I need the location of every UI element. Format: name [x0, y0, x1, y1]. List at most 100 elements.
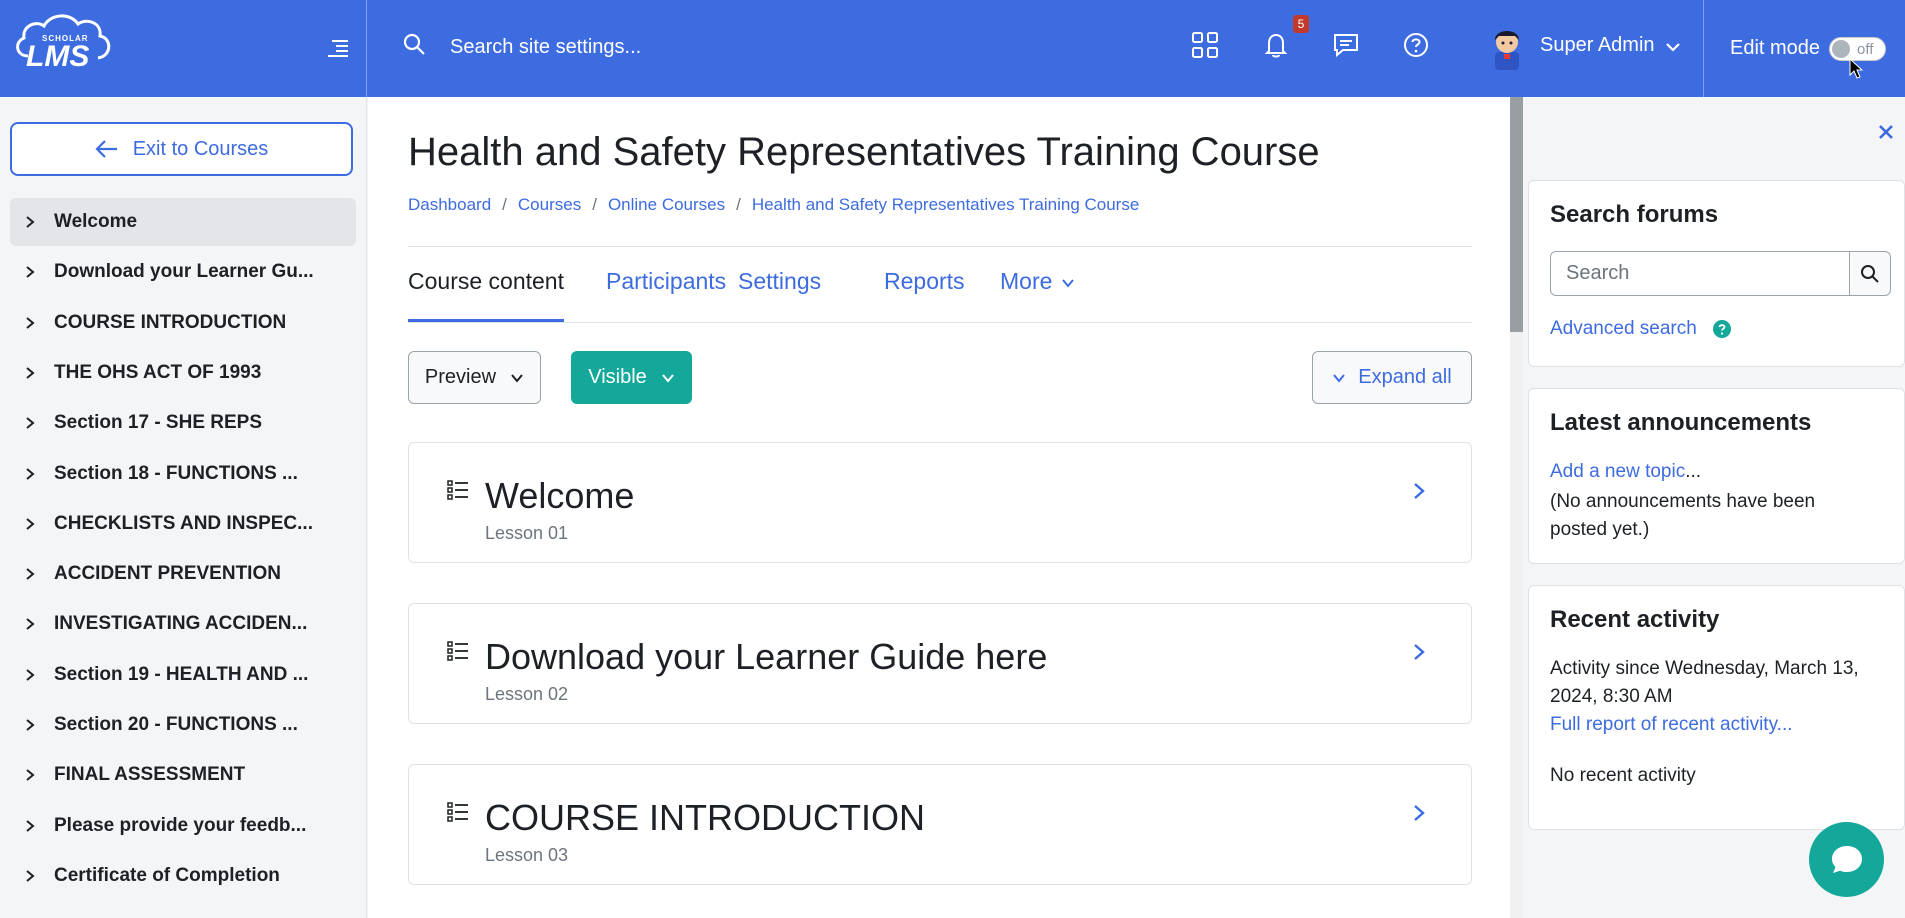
chevron-right-icon[interactable]: [23, 467, 37, 481]
course-index-item[interactable]: Section 19 - HEALTH AND ...: [10, 651, 356, 699]
course-index-item[interactable]: ACCIDENT PREVENTION: [10, 550, 356, 598]
breadcrumb-online-courses[interactable]: Online Courses: [608, 195, 725, 215]
block-title: Recent activity: [1550, 606, 1720, 633]
tab-more[interactable]: More: [1000, 268, 1076, 323]
chevron-right-icon[interactable]: [23, 718, 37, 732]
course-index-item[interactable]: CHECKLISTS AND INSPEC...: [10, 500, 356, 548]
visible-label: Visible: [588, 366, 647, 388]
search-icon[interactable]: [402, 32, 426, 56]
course-index-item[interactable]: Section 20 - FUNCTIONS ...: [10, 701, 356, 749]
course-index-label: Section 19 - HEALTH AND ...: [54, 663, 309, 685]
course-index-item[interactable]: Section 18 - FUNCTIONS ...: [10, 450, 356, 498]
list-icon: [447, 641, 468, 661]
chevron-down-icon: [1333, 373, 1346, 383]
chevron-down-icon: [662, 373, 674, 383]
visible-dropdown-button[interactable]: Visible: [571, 351, 692, 404]
tab-course-content[interactable]: Course content: [408, 268, 564, 323]
forum-search-button[interactable]: [1849, 251, 1891, 296]
course-index-label: Welcome: [54, 211, 138, 232]
help-icon[interactable]: [1401, 30, 1431, 60]
breadcrumb-dashboard[interactable]: Dashboard: [408, 195, 491, 215]
edit-mode-label: Edit mode: [1730, 37, 1821, 59]
tab-reports[interactable]: Reports: [884, 268, 965, 323]
course-index-item[interactable]: Welcome: [10, 198, 356, 246]
course-index-label: Section 18 - FUNCTIONS ...: [54, 462, 298, 484]
activity-since-text: Activity since Wednesday, March 13, 2024…: [1550, 658, 1859, 707]
breadcrumb-separator: /: [736, 195, 741, 214]
preview-dropdown-button[interactable]: Preview: [408, 351, 541, 404]
close-icon[interactable]: [1878, 124, 1894, 140]
course-index-item[interactable]: COURSE INTRODUCTION: [10, 299, 356, 347]
chevron-right-icon[interactable]: [23, 215, 37, 229]
hamburger-icon[interactable]: [326, 38, 348, 58]
bell-icon[interactable]: [1261, 30, 1291, 60]
site-search-input[interactable]: [450, 30, 950, 64]
course-index-item[interactable]: Certificate of Completion: [10, 852, 356, 900]
chevron-right-icon[interactable]: [23, 366, 37, 380]
section-subtitle: Lesson 02: [485, 684, 569, 704]
chevron-right-icon[interactable]: [1410, 481, 1428, 501]
course-index-label: ACCIDENT PREVENTION: [54, 563, 281, 585]
chat-widget-button[interactable]: [1809, 822, 1884, 897]
course-tabs: Course content Participants Settings Rep…: [408, 268, 1472, 323]
chevron-right-icon[interactable]: [23, 567, 37, 581]
add-topic-suffix: ...: [1685, 461, 1702, 482]
breadcrumb-separator: /: [592, 195, 597, 214]
chevron-right-icon[interactable]: [1410, 803, 1428, 823]
breadcrumb-separator: /: [502, 195, 507, 214]
main-scrollbar[interactable]: [1510, 97, 1523, 918]
exit-to-courses-button[interactable]: Exit to Courses: [10, 122, 353, 176]
advanced-search-link[interactable]: Advanced search: [1550, 318, 1697, 340]
forum-search-input[interactable]: [1550, 251, 1850, 296]
course-index-item[interactable]: Download your Learner Gu...: [10, 248, 356, 296]
chat-icon[interactable]: [1331, 30, 1361, 60]
course-index-label: FINAL ASSESSMENT: [54, 764, 246, 786]
scrollbar-thumb[interactable]: [1510, 97, 1523, 332]
course-index-item[interactable]: Section 17 - SHE REPS: [10, 399, 356, 447]
avatar[interactable]: [1487, 24, 1527, 70]
chevron-right-icon[interactable]: [23, 617, 37, 631]
course-index-label: CHECKLISTS AND INSPEC...: [54, 512, 313, 534]
section-title[interactable]: Download your Learner Guide here: [485, 636, 1047, 678]
chevron-right-icon[interactable]: [23, 316, 37, 330]
add-new-topic-link[interactable]: Add a new topic: [1550, 461, 1685, 482]
expand-all-label: Expand all: [1358, 366, 1452, 388]
course-index-item[interactable]: Please provide your feedb...: [10, 802, 356, 850]
breadcrumb-courses[interactable]: Courses: [518, 195, 581, 215]
course-index-item[interactable]: INVESTIGATING ACCIDEN...: [10, 600, 356, 648]
full-report-link[interactable]: Full report of recent activity...: [1550, 714, 1793, 736]
section-title[interactable]: COURSE INTRODUCTION: [485, 797, 925, 839]
breadcrumb-current-course[interactable]: Health and Safety Representatives Traini…: [752, 195, 1139, 215]
top-navbar: SCHOLAR LMS 5 Super Admin: [0, 0, 1905, 97]
recent-activity-block: Recent activity Activity since Wednesday…: [1528, 585, 1905, 830]
latest-announcements-block: Latest announcements Add a new topic... …: [1528, 388, 1905, 564]
logo-area: SCHOLAR LMS: [0, 0, 367, 97]
course-index-item[interactable]: FINAL ASSESSMENT: [10, 751, 356, 799]
chevron-right-icon[interactable]: [23, 768, 37, 782]
exit-label: Exit to Courses: [132, 137, 269, 160]
course-index-label: THE OHS ACT OF 1993: [54, 361, 262, 383]
chevron-right-icon[interactable]: [23, 265, 37, 279]
arrow-left-icon: [95, 140, 117, 158]
tab-settings[interactable]: Settings: [738, 268, 821, 323]
expand-all-button[interactable]: Expand all: [1312, 351, 1472, 404]
search-forums-block: Search forums Advanced search: [1528, 180, 1905, 367]
chevron-right-icon[interactable]: [23, 517, 37, 531]
help-icon[interactable]: [1713, 320, 1731, 338]
course-index-item[interactable]: THE OHS ACT OF 1993: [10, 349, 356, 397]
chevron-right-icon[interactable]: [1410, 642, 1428, 662]
grid-icon[interactable]: [1190, 30, 1220, 60]
list-icon: [447, 802, 468, 822]
chevron-right-icon[interactable]: [23, 819, 37, 833]
chevron-right-icon[interactable]: [23, 869, 37, 883]
chevron-down-icon[interactable]: [1663, 37, 1683, 57]
chevron-right-icon[interactable]: [23, 416, 37, 430]
tab-participants[interactable]: Participants: [606, 268, 726, 323]
course-index-label: Section 20 - FUNCTIONS ...: [54, 714, 298, 735]
divider: [408, 322, 1472, 323]
section-title[interactable]: Welcome: [485, 475, 634, 517]
course-index-label: Download your Learner Gu...: [54, 261, 314, 283]
user-name[interactable]: Super Admin: [1540, 34, 1655, 57]
chevron-right-icon[interactable]: [23, 668, 37, 682]
block-title: Search forums: [1550, 201, 1719, 228]
